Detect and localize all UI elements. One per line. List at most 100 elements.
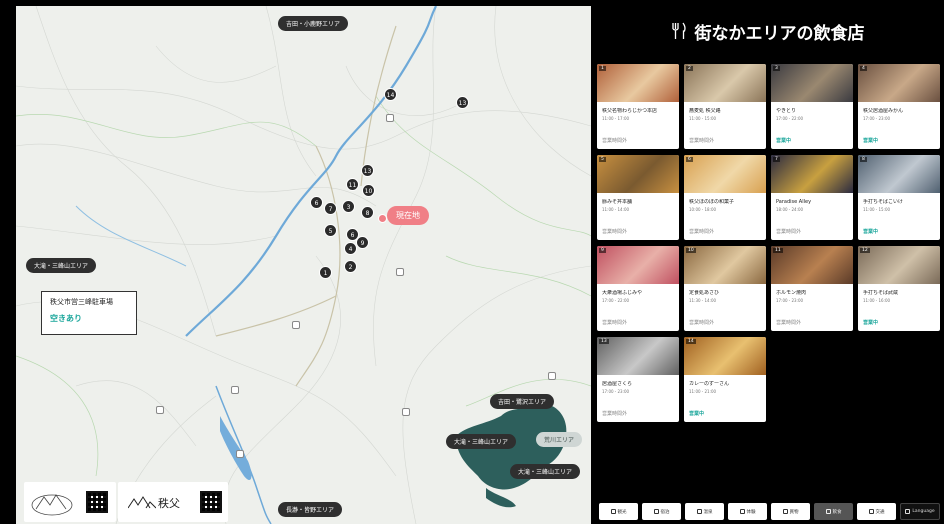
nav-button-6[interactable]: 交通 bbox=[857, 503, 896, 520]
restaurant-number: 14 bbox=[686, 339, 696, 344]
restaurant-card[interactable]: 12 手打ちそば武蔵 11:00 - 16:00 営業中 bbox=[858, 246, 940, 331]
restaurant-photo: 1 bbox=[597, 64, 679, 102]
restaurant-status: 営業時間外 bbox=[776, 320, 802, 326]
restaurant-card[interactable]: 13 居酒屋さくら 17:00 - 23:00 営業時間外 bbox=[597, 337, 679, 422]
restaurant-number: 3 bbox=[773, 66, 780, 71]
restaurant-photo: 6 bbox=[684, 155, 766, 193]
restaurant-hours: 11:30 - 14:00 bbox=[689, 298, 717, 303]
map-marker[interactable]: 1 bbox=[319, 266, 332, 279]
restaurant-card[interactable]: 5 豚みそ丼本舗 11:00 - 14:00 営業時間外 bbox=[597, 155, 679, 240]
qr-code-icon[interactable] bbox=[86, 491, 108, 513]
nav-button-1[interactable]: 宿泊 bbox=[642, 503, 681, 520]
nav-category-icon bbox=[739, 509, 745, 514]
panel-header: 街なかエリアの飲食店 bbox=[591, 0, 944, 62]
restaurant-card[interactable]: 11 ホルモン焼肉 17:00 - 23:00 営業時間外 bbox=[771, 246, 853, 331]
restaurant-status: 営業中 bbox=[776, 138, 792, 144]
area-label-south[interactable]: 長瀞・皆野エリア bbox=[278, 502, 343, 517]
restaurant-number: 7 bbox=[773, 157, 780, 162]
restaurant-name: Paradise Alley bbox=[776, 199, 812, 205]
restaurant-photo: 13 bbox=[597, 337, 679, 375]
restaurant-name: ホルモン焼肉 bbox=[776, 290, 807, 296]
restaurant-status: 営業時間外 bbox=[602, 229, 628, 235]
nav-button-label: 体験 bbox=[746, 509, 756, 515]
area-label-east2[interactable]: 大滝・三峰山エリア bbox=[446, 434, 517, 449]
restaurant-card[interactable]: 4 秩父居酒屋みかん 17:00 - 23:00 営業中 bbox=[858, 64, 940, 149]
area-label-east3[interactable]: 荒川エリア bbox=[536, 432, 583, 447]
restaurant-name: 蕎麦処 秩父路 bbox=[689, 108, 721, 114]
map-marker[interactable]: 10 bbox=[362, 184, 375, 197]
qr-code-icon[interactable] bbox=[200, 491, 222, 513]
restaurant-name: やきとり bbox=[776, 108, 797, 114]
map-marker[interactable]: 9 bbox=[356, 236, 369, 249]
restaurant-number: 1 bbox=[599, 66, 606, 71]
restaurant-hours: 11:00 - 14:00 bbox=[602, 207, 630, 212]
map-marker[interactable]: 7 bbox=[324, 202, 337, 215]
area-label-west[interactable]: 大滝・三峰山エリア bbox=[26, 258, 97, 273]
nav-button-4[interactable]: 買物 bbox=[771, 503, 810, 520]
restaurant-card[interactable]: 10 定食処あさひ 11:30 - 14:00 営業時間外 bbox=[684, 246, 766, 331]
map-marker[interactable]: 13 bbox=[361, 164, 374, 177]
restaurant-photo: 9 bbox=[597, 246, 679, 284]
map-marker[interactable]: 4 bbox=[344, 242, 357, 255]
restaurant-status: 営業時間外 bbox=[776, 229, 802, 235]
restaurant-status: 営業時間外 bbox=[689, 229, 715, 235]
restaurant-card[interactable]: 14 カレーのずーさん 11:00 - 21:00 営業中 bbox=[684, 337, 766, 422]
map-marker[interactable]: 3 bbox=[342, 200, 355, 213]
restaurant-photo: 4 bbox=[858, 64, 940, 102]
restaurant-number: 2 bbox=[686, 66, 693, 71]
nav-button-2[interactable]: 温泉 bbox=[685, 503, 724, 520]
area-map[interactable]: 吉田・小鹿野エリア 大滝・三峰山エリア 吉田・鷺沢エリア 大滝・三峰山エリア 荒… bbox=[16, 6, 591, 524]
nav-button-7[interactable]: Language bbox=[900, 503, 940, 520]
nav-button-5[interactable]: 飲食 bbox=[814, 503, 853, 520]
nav-button-label: 交通 bbox=[875, 509, 885, 515]
restaurant-hours: 17:00 - 22:00 bbox=[602, 298, 630, 303]
restaurant-card[interactable]: 9 大衆酒場ふじみや 17:00 - 22:00 営業時間外 bbox=[597, 246, 679, 331]
area-label-east1[interactable]: 吉田・鷺沢エリア bbox=[490, 394, 555, 409]
nav-button-label: 買物 bbox=[789, 509, 799, 515]
restaurant-name: 豚みそ丼本舗 bbox=[602, 199, 633, 205]
nav-button-label: 宿泊 bbox=[660, 509, 670, 515]
map-marker[interactable]: 11 bbox=[346, 178, 359, 191]
restaurant-hours: 11:00 - 17:00 bbox=[602, 116, 630, 121]
restaurant-photo: 8 bbox=[858, 155, 940, 193]
map-marker[interactable]: 5 bbox=[324, 224, 337, 237]
restaurant-card[interactable]: 1 秩父名物わらじかつ本店 11:00 - 17:00 営業時間外 bbox=[597, 64, 679, 149]
area-label-north[interactable]: 吉田・小鹿野エリア bbox=[278, 16, 349, 31]
restaurant-status: 営業時間外 bbox=[602, 411, 628, 417]
restaurant-card[interactable]: 6 秩父ほのぼの和菓子 10:00 - 18:00 営業時間外 bbox=[684, 155, 766, 240]
mountain-logo-icon bbox=[128, 496, 156, 509]
nav-category-icon bbox=[868, 509, 874, 514]
nav-category-icon bbox=[782, 509, 788, 514]
nav-button-label: Language bbox=[912, 509, 935, 514]
restaurant-status: 営業中 bbox=[863, 320, 879, 326]
restaurant-hours: 11:00 - 16:00 bbox=[863, 298, 891, 303]
nav-category-icon bbox=[653, 509, 659, 514]
restaurant-card[interactable]: 8 手打ちそばこいけ 11:00 - 15:00 営業中 bbox=[858, 155, 940, 240]
restaurant-status: 営業時間外 bbox=[689, 138, 715, 144]
restaurant-status: 営業時間外 bbox=[602, 138, 628, 144]
nav-button-3[interactable]: 体験 bbox=[728, 503, 767, 520]
restaurant-hours: 11:00 - 21:00 bbox=[689, 389, 717, 394]
restaurant-hours: 17:00 - 23:00 bbox=[602, 389, 630, 394]
area-label-east4[interactable]: 大滝・三峰山エリア bbox=[510, 464, 581, 479]
map-marker[interactable]: 13 bbox=[456, 96, 469, 109]
map-marker[interactable]: 6 bbox=[310, 196, 323, 209]
restaurant-number: 4 bbox=[860, 66, 867, 71]
map-marker[interactable]: 2 bbox=[344, 260, 357, 273]
parking-status: 空きあり bbox=[50, 314, 82, 323]
map-marker[interactable]: 14 bbox=[384, 88, 397, 101]
restaurant-number: 13 bbox=[599, 339, 609, 344]
restaurant-card[interactable]: 2 蕎麦処 秩父路 11:00 - 15:00 営業時間外 bbox=[684, 64, 766, 149]
restaurant-name: 手打ちそばこいけ bbox=[863, 199, 904, 205]
map-marker[interactable]: 8 bbox=[361, 206, 374, 219]
restaurant-status: 営業中 bbox=[863, 229, 879, 235]
restaurant-status: 営業時間外 bbox=[689, 320, 715, 326]
chichibu-logo-box: 秩父 bbox=[118, 482, 228, 522]
parking-info-card[interactable]: 秩父市営三峰駐車場 空きあり bbox=[41, 291, 137, 335]
nav-button-0[interactable]: 観光 bbox=[599, 503, 638, 520]
restaurant-hours: 10:00 - 18:00 bbox=[689, 207, 717, 212]
restaurant-card[interactable]: 7 Paradise Alley 18:00 - 24:00 営業時間外 bbox=[771, 155, 853, 240]
restaurant-card[interactable]: 3 やきとり 17:00 - 22:00 営業中 bbox=[771, 64, 853, 149]
nav-button-label: 観光 bbox=[617, 509, 627, 515]
restaurant-photo: 2 bbox=[684, 64, 766, 102]
